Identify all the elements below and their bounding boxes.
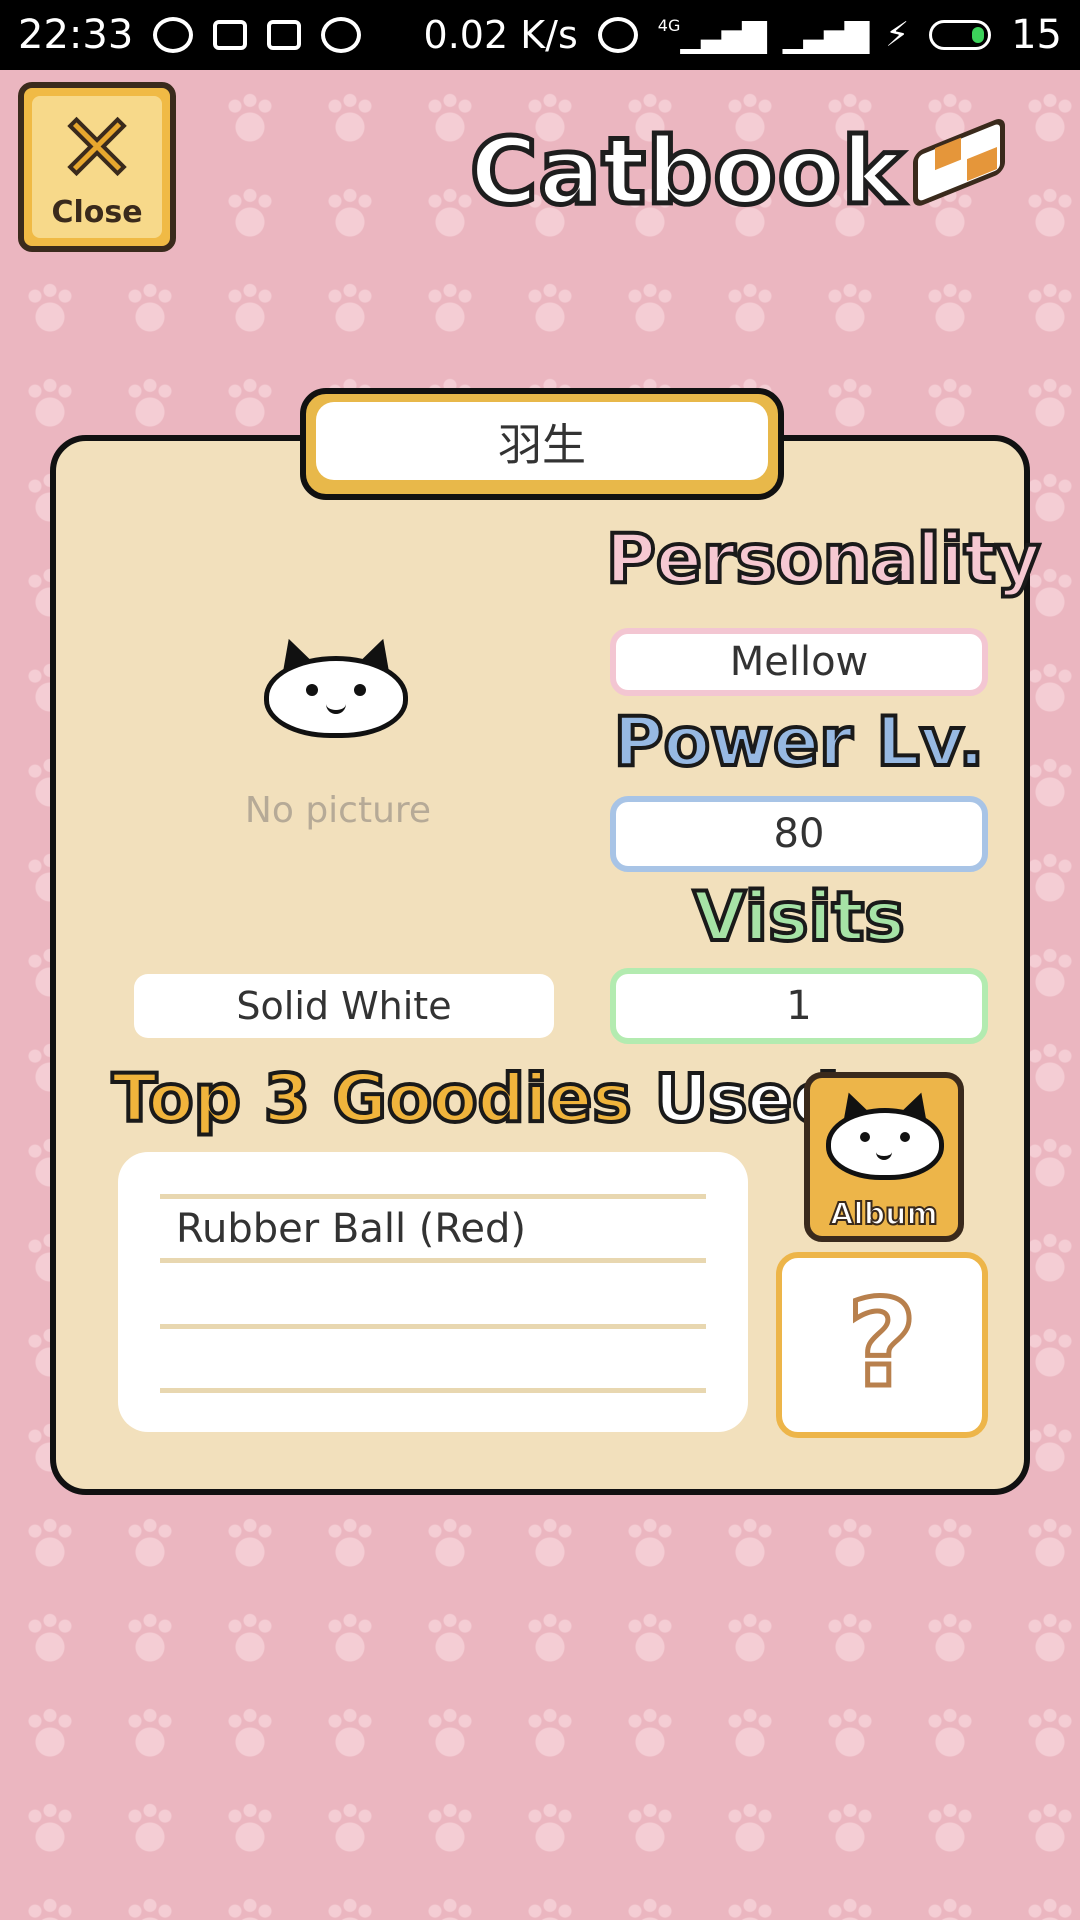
goodies-divider xyxy=(160,1324,706,1329)
goodies-heading: Top 3 Goodies Used xyxy=(110,1058,841,1139)
goodies-list: Rubber Ball (Red) xyxy=(118,1152,748,1432)
browser-icon xyxy=(153,17,194,53)
goodies-divider xyxy=(160,1194,706,1199)
close-button-face[interactable]: ✕ Close xyxy=(32,96,162,238)
question-mark-icon: ? xyxy=(845,1275,920,1414)
signal-icon: 4G▁▃▅▇ xyxy=(657,16,767,54)
album-button[interactable]: Album xyxy=(804,1072,964,1242)
sim-icon xyxy=(267,20,302,50)
status-bar: 22:33 0.02 K/s 4G▁▃▅▇ ▁▃▅▇ ⚡ 15 xyxy=(0,0,1080,70)
power-level-heading: Power Lv. xyxy=(612,701,987,784)
personality-heading: Personality xyxy=(604,518,1042,601)
album-cat-icon xyxy=(826,1088,944,1180)
battery-level: 15 xyxy=(1011,12,1062,58)
goodies-divider xyxy=(160,1388,706,1393)
alarm-icon xyxy=(597,17,638,53)
visits-field: 1 xyxy=(610,968,988,1044)
status-right: 0.02 K/s 4G▁▃▅▇ ▁▃▅▇ ⚡ 15 xyxy=(424,12,1062,58)
help-button[interactable]: ? xyxy=(776,1252,988,1438)
cat-name-tab: 羽生 xyxy=(300,388,784,500)
close-label: Close xyxy=(51,194,143,230)
network-speed: 0.02 K/s xyxy=(423,13,578,57)
page-title: Catbook xyxy=(467,116,905,228)
status-time: 22:33 xyxy=(18,12,134,58)
network-type: 4G xyxy=(657,16,681,35)
goodie-item-1: Rubber Ball (Red) xyxy=(176,1206,526,1252)
coat-field: Solid White xyxy=(134,974,554,1038)
battery-icon xyxy=(929,20,992,50)
no-picture-label: No picture xyxy=(244,790,432,831)
goodies-divider xyxy=(160,1258,706,1263)
cat-name: 羽生 xyxy=(316,402,768,480)
visits-heading: Visits xyxy=(691,876,907,959)
cat-face-icon xyxy=(264,633,408,738)
close-button[interactable]: ✕ Close xyxy=(18,82,176,252)
power-level-field: 80 xyxy=(610,796,988,872)
status-left: 22:33 xyxy=(18,12,362,58)
goodies-heading-main: Top 3 Goodies xyxy=(110,1058,633,1139)
image-icon xyxy=(213,20,248,50)
charging-icon: ⚡ xyxy=(885,15,910,55)
personality-field: Mellow xyxy=(610,628,988,696)
album-label: Album xyxy=(829,1196,939,1233)
close-icon: ✕ xyxy=(56,94,137,202)
chat-icon xyxy=(321,17,362,53)
signal-icon-2: ▁▃▅▇ xyxy=(782,16,869,54)
